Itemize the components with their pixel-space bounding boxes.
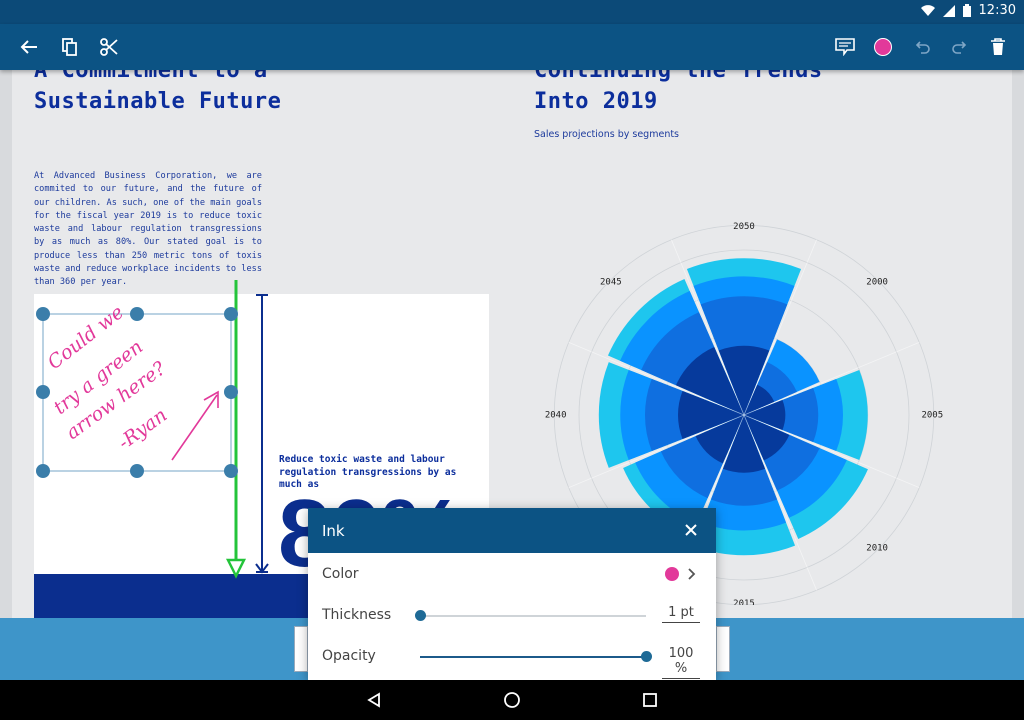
thickness-slider-track — [420, 615, 646, 617]
opacity-slider-fill — [420, 656, 646, 658]
polar-angle-label: 2045 — [600, 277, 622, 287]
ink-opacity-row: Opacity 100 % — [308, 637, 716, 679]
square-recents-icon — [643, 693, 657, 707]
polar-angle-label: 2040 — [545, 411, 567, 421]
navigation-bar — [0, 680, 1024, 720]
back-button[interactable] — [15, 33, 43, 61]
delete-button[interactable] — [984, 33, 1012, 61]
triangle-back-icon — [367, 692, 380, 708]
thickness-slider[interactable] — [415, 610, 646, 622]
opacity-value[interactable]: 100 % — [662, 646, 700, 679]
redo-button[interactable] — [945, 33, 973, 61]
copy-button[interactable] — [56, 33, 84, 61]
redo-icon — [952, 41, 967, 54]
nav-recents-button[interactable] — [640, 690, 660, 710]
page-thumbnail[interactable] — [294, 626, 308, 672]
nav-back-button[interactable] — [364, 690, 384, 710]
opacity-slider[interactable] — [420, 651, 652, 663]
battery-icon — [962, 4, 971, 17]
ink-panel-title: Ink — [322, 521, 345, 540]
ink-thickness-row: Thickness 1 pt — [308, 596, 716, 636]
opacity-slider-knob[interactable] — [641, 651, 652, 662]
ink-color-label: Color — [322, 566, 359, 582]
ink-color-swatch — [874, 38, 892, 56]
ink-color-button[interactable] — [869, 33, 897, 61]
ink-settings-panel: Ink Color Thickness 1 pt Opacity 100 % — [308, 508, 716, 680]
arrow-left-icon — [20, 40, 37, 54]
ink-thickness-label: Thickness — [322, 607, 392, 623]
status-time: 12:30 — [978, 3, 1016, 18]
polar-angle-label: 2050 — [733, 222, 755, 232]
ink-color-swatch — [665, 567, 679, 581]
polar-angle-label: 2005 — [921, 411, 943, 421]
ink-color-row[interactable]: Color — [308, 555, 716, 595]
close-button[interactable] — [680, 519, 702, 541]
ink-opacity-label: Opacity — [322, 648, 376, 664]
polar-angle-label: 2000 — [866, 277, 888, 287]
polar-angle-label: 2010 — [866, 544, 888, 554]
status-bar: 12:30 — [0, 0, 1024, 24]
body-paragraph: At Advanced Business Corporation, we are… — [34, 171, 262, 288]
thickness-slider-knob[interactable] — [415, 610, 426, 621]
cut-button[interactable] — [95, 33, 123, 61]
thickness-value[interactable]: 1 pt — [662, 605, 700, 623]
scissors-icon — [100, 38, 118, 56]
page-thumbnail[interactable] — [716, 626, 730, 672]
comment-icon — [835, 38, 855, 56]
chart-subtitle: Sales projections by segments — [534, 129, 680, 140]
polar-angle-label: 2015 — [733, 599, 755, 605]
toolbar — [0, 24, 1024, 70]
copy-icon — [62, 38, 77, 56]
nav-home-button[interactable] — [502, 690, 522, 710]
cellular-icon — [942, 4, 955, 17]
chevron-right-icon — [688, 568, 696, 580]
page-heading-left: A Commitment to a Sustainable Future — [34, 70, 282, 114]
ink-panel-header: Ink — [308, 508, 716, 553]
undo-icon — [915, 41, 930, 54]
circle-home-icon — [504, 692, 520, 708]
undo-button[interactable] — [909, 33, 937, 61]
close-icon — [685, 524, 697, 536]
comment-button[interactable] — [831, 33, 859, 61]
wifi-icon — [920, 4, 935, 16]
trash-icon — [991, 38, 1005, 55]
page-heading-right: Continuing the Trends Into 2019 — [534, 70, 823, 114]
